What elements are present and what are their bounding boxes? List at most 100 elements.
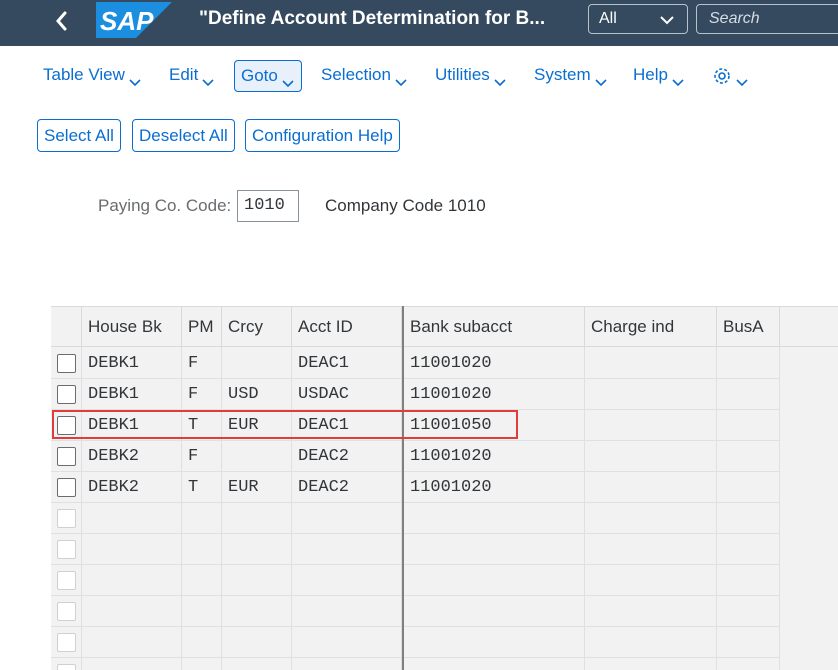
- table-cell[interactable]: [82, 503, 182, 534]
- menu-system[interactable]: System: [528, 60, 614, 92]
- column-header-bank-subacct[interactable]: Bank subacct: [404, 307, 585, 348]
- table-row[interactable]: [51, 534, 780, 565]
- row-checkbox[interactable]: [57, 385, 76, 404]
- table-cell[interactable]: [222, 658, 292, 670]
- table-row[interactable]: DEBK1 F DEAC1 11001020: [51, 348, 780, 379]
- table-cell[interactable]: [585, 503, 717, 534]
- table-cell[interactable]: USD: [222, 379, 292, 410]
- table-cell[interactable]: [182, 565, 222, 596]
- table-cell[interactable]: [222, 441, 292, 472]
- table-cell[interactable]: [717, 627, 780, 658]
- select-all-button[interactable]: Select All: [37, 119, 121, 152]
- table-cell[interactable]: [292, 596, 402, 627]
- search-scope-select[interactable]: All: [588, 4, 688, 34]
- table-cell[interactable]: [222, 503, 292, 534]
- table-cell[interactable]: [585, 565, 717, 596]
- table-cell[interactable]: [182, 658, 222, 670]
- table-cell[interactable]: [585, 596, 717, 627]
- table-cell[interactable]: [182, 627, 222, 658]
- table-cell[interactable]: [717, 348, 780, 379]
- menu-help[interactable]: Help: [627, 60, 691, 92]
- table-row[interactable]: [51, 627, 780, 658]
- table-cell[interactable]: 11001020: [404, 379, 585, 410]
- table-cell[interactable]: [717, 441, 780, 472]
- table-cell[interactable]: [585, 379, 717, 410]
- table-cell[interactable]: [82, 627, 182, 658]
- table-cell[interactable]: [404, 658, 585, 670]
- column-header-acct-id[interactable]: Acct ID: [292, 307, 402, 348]
- table-cell[interactable]: [717, 410, 780, 441]
- table-cell[interactable]: [717, 472, 780, 503]
- row-checkbox[interactable]: [57, 540, 76, 559]
- table-cell[interactable]: [404, 534, 585, 565]
- row-checkbox[interactable]: [57, 633, 76, 652]
- table-cell[interactable]: [292, 534, 402, 565]
- table-cell[interactable]: [404, 565, 585, 596]
- table-row[interactable]: DEBK1 F USD USDAC 11001020: [51, 379, 780, 410]
- table-cell[interactable]: USDAC: [292, 379, 402, 410]
- menu-utilities[interactable]: Utilities: [429, 60, 513, 92]
- table-cell[interactable]: F: [182, 348, 222, 379]
- column-header-busa[interactable]: BusA: [717, 307, 780, 348]
- table-cell[interactable]: EUR: [222, 472, 292, 503]
- table-cell[interactable]: 11001020: [404, 348, 585, 379]
- table-cell[interactable]: [222, 348, 292, 379]
- table-cell[interactable]: [585, 348, 717, 379]
- table-row[interactable]: [51, 503, 780, 534]
- table-cell[interactable]: DEBK2: [82, 441, 182, 472]
- settings-menu[interactable]: [706, 60, 755, 92]
- table-row[interactable]: DEBK2 F DEAC2 11001020: [51, 441, 780, 472]
- table-cell[interactable]: [82, 596, 182, 627]
- row-checkbox[interactable]: [57, 571, 76, 590]
- table-cell[interactable]: [585, 534, 717, 565]
- table-cell[interactable]: [292, 627, 402, 658]
- column-header-charge-ind[interactable]: Charge ind: [585, 307, 717, 348]
- table-cell[interactable]: [82, 534, 182, 565]
- row-checkbox[interactable]: [57, 478, 76, 497]
- table-cell[interactable]: 11001020: [404, 441, 585, 472]
- table-cell[interactable]: [182, 596, 222, 627]
- row-checkbox[interactable]: [57, 447, 76, 466]
- table-cell[interactable]: [292, 565, 402, 596]
- table-cell[interactable]: [222, 596, 292, 627]
- table-cell[interactable]: DEAC2: [292, 472, 402, 503]
- table-cell[interactable]: [585, 658, 717, 670]
- table-cell[interactable]: [717, 565, 780, 596]
- column-header-pm[interactable]: PM: [182, 307, 222, 348]
- table-row[interactable]: [51, 565, 780, 596]
- deselect-all-button[interactable]: Deselect All: [132, 119, 235, 152]
- column-header-crcy[interactable]: Crcy: [222, 307, 292, 348]
- table-cell[interactable]: DEBK1: [82, 348, 182, 379]
- search-input[interactable]: Search: [696, 4, 838, 34]
- table-row[interactable]: [51, 658, 780, 670]
- table-cell[interactable]: [222, 534, 292, 565]
- menu-goto[interactable]: Goto: [234, 60, 302, 92]
- table-cell[interactable]: DEBK2: [82, 472, 182, 503]
- table-cell[interactable]: DEAC1: [292, 348, 402, 379]
- table-cell[interactable]: [717, 596, 780, 627]
- table-cell[interactable]: [222, 627, 292, 658]
- menu-edit[interactable]: Edit: [163, 60, 221, 92]
- table-cell[interactable]: [585, 472, 717, 503]
- table-cell[interactable]: [585, 627, 717, 658]
- table-cell[interactable]: [182, 534, 222, 565]
- table-cell[interactable]: [82, 565, 182, 596]
- table-cell[interactable]: [717, 379, 780, 410]
- table-row[interactable]: DEBK2 T EUR DEAC2 11001020: [51, 472, 780, 503]
- table-cell[interactable]: [404, 596, 585, 627]
- table-cell[interactable]: [404, 627, 585, 658]
- table-cell[interactable]: [717, 534, 780, 565]
- table-cell[interactable]: DEAC2: [292, 441, 402, 472]
- configuration-help-button[interactable]: Configuration Help: [245, 119, 400, 152]
- table-cell[interactable]: [585, 410, 717, 441]
- table-cell[interactable]: [585, 441, 717, 472]
- menu-table-view[interactable]: Table View: [37, 60, 148, 92]
- table-cell[interactable]: [717, 503, 780, 534]
- table-cell[interactable]: 11001020: [404, 472, 585, 503]
- row-checkbox[interactable]: [57, 509, 76, 528]
- table-cell[interactable]: [292, 658, 402, 670]
- table-cell[interactable]: [404, 503, 585, 534]
- column-header-house-bk[interactable]: House Bk: [82, 307, 182, 348]
- paying-co-code-field[interactable]: 1010: [237, 190, 299, 222]
- table-row[interactable]: [51, 596, 780, 627]
